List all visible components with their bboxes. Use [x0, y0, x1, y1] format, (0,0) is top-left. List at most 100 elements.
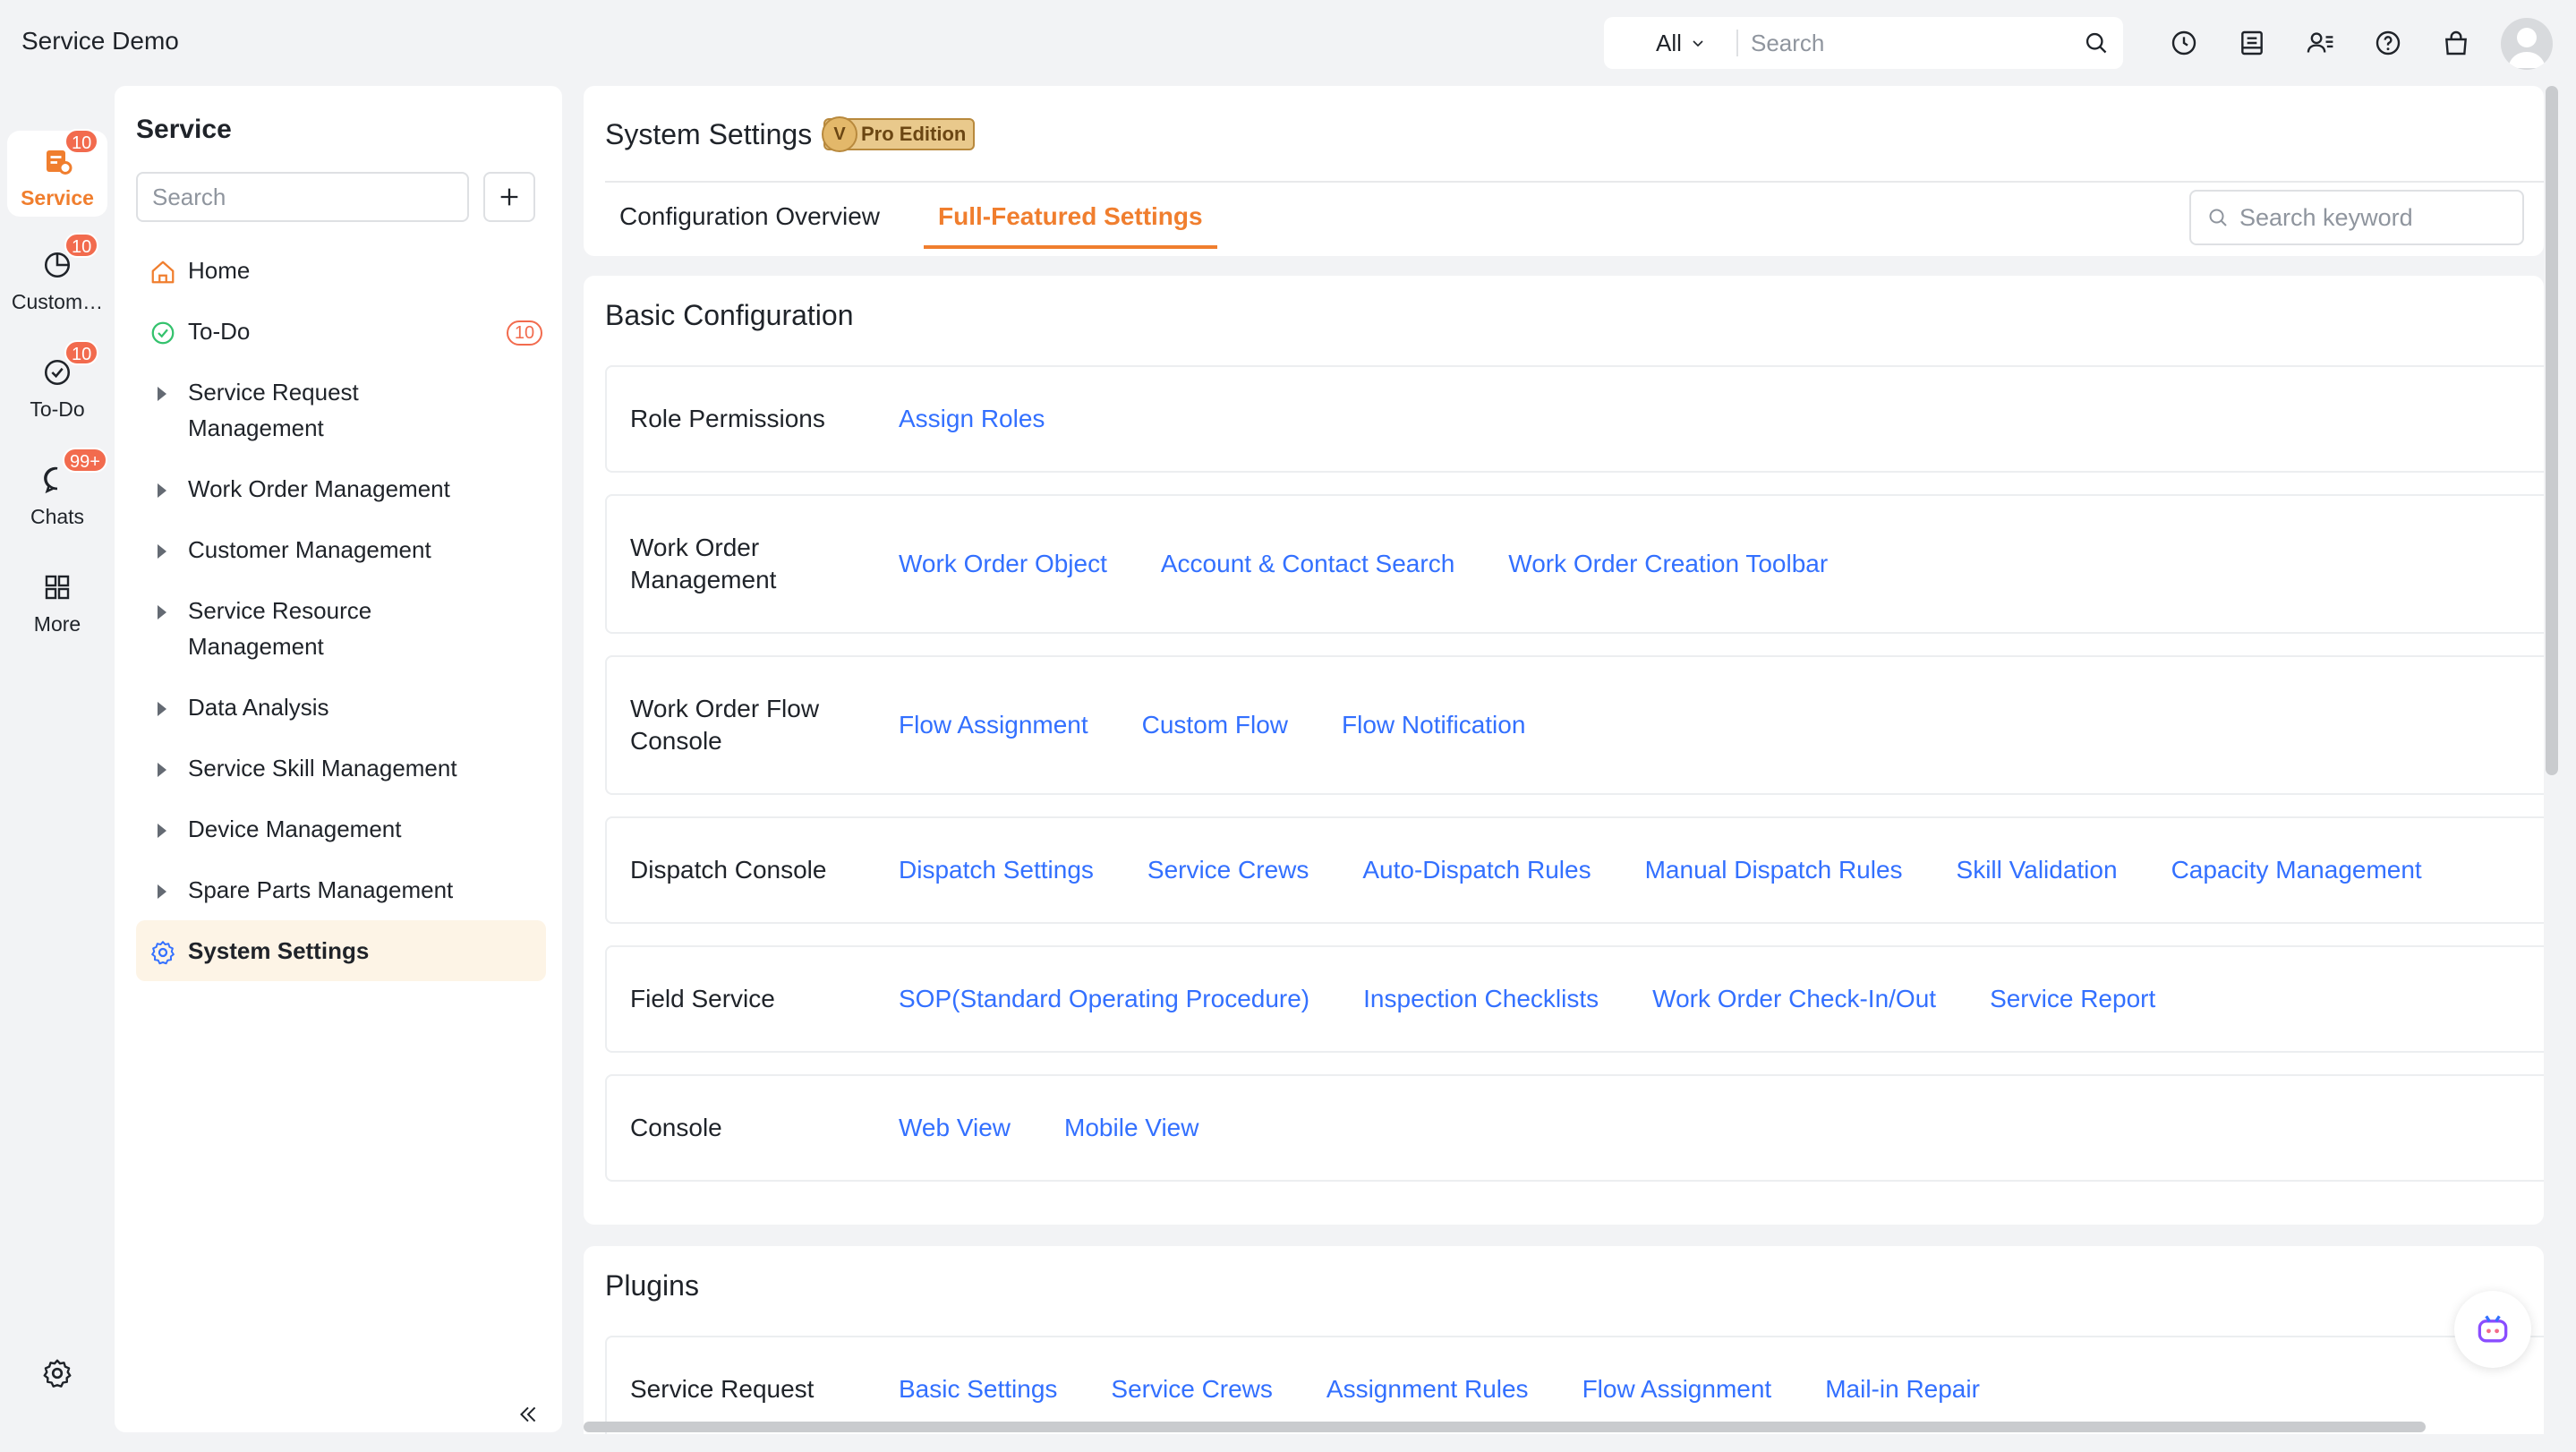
config-row-field-service: Field Service SOP(Standard Operating Pro… — [605, 945, 2544, 1053]
link-skill-validation[interactable]: Skill Validation — [1957, 856, 2118, 884]
link-service-report[interactable]: Service Report — [1990, 985, 2155, 1013]
config-row-role-permissions: Role Permissions Assign Roles — [605, 365, 2544, 473]
sidebar-item-label: Spare Parts Management — [188, 876, 454, 903]
check-circle-icon — [149, 319, 177, 347]
link-manual-dispatch-rules[interactable]: Manual Dispatch Rules — [1645, 856, 1903, 884]
user-avatar[interactable] — [2501, 18, 2553, 70]
collapse-sidebar-icon[interactable] — [512, 1398, 544, 1431]
settings-header: System Settings V Pro Edition Configurat… — [584, 86, 2544, 256]
basic-configuration-card: Basic Configuration Role Permissions Ass… — [584, 276, 2544, 1225]
caret-right-icon[interactable] — [158, 605, 166, 619]
config-row-dispatch-console: Dispatch Console Dispatch Settings Servi… — [605, 816, 2544, 924]
robot-icon — [2478, 1315, 2508, 1343]
edition-label: Pro Edition — [861, 123, 967, 145]
help-icon[interactable] — [2372, 27, 2404, 59]
sidebar-item-device-management[interactable]: Device Management — [136, 799, 546, 859]
rail-item-chats[interactable]: 99+ Chats — [7, 448, 107, 529]
sidebar-item-data-analysis[interactable]: Data Analysis — [136, 677, 546, 738]
link-capacity-management[interactable]: Capacity Management — [2171, 856, 2422, 884]
rail-item-todo[interactable]: 10 To-Do — [7, 340, 107, 422]
sidebar-item-work-order-management[interactable]: Work Order Management — [136, 458, 546, 519]
global-search-input[interactable] — [1738, 29, 2069, 57]
link-work-order-creation-toolbar[interactable]: Work Order Creation Toolbar — [1508, 550, 1828, 578]
search-scope-label: All — [1656, 29, 1682, 56]
caret-right-icon[interactable] — [158, 702, 166, 716]
rail-badge: 10 — [64, 340, 99, 365]
sidebar-search-input[interactable] — [136, 172, 469, 222]
tab-full-featured-settings[interactable]: Full-Featured Settings — [924, 202, 1217, 249]
link-inspection-checklists[interactable]: Inspection Checklists — [1363, 985, 1599, 1013]
caret-right-icon[interactable] — [158, 544, 166, 559]
sidebar-item-service-resource-management[interactable]: Service Resource Management — [136, 580, 546, 677]
caret-right-icon[interactable] — [158, 884, 166, 899]
gear-icon[interactable] — [39, 1355, 75, 1391]
inbox-icon[interactable] — [2236, 27, 2268, 59]
gear-icon — [149, 938, 177, 967]
section-title: Basic Configuration — [605, 299, 854, 331]
caret-right-icon[interactable] — [158, 483, 166, 498]
search-icon[interactable] — [2069, 30, 2123, 56]
rail-badge: 10 — [64, 129, 99, 154]
sidebar-item-todo[interactable]: To-Do 10 — [136, 301, 546, 362]
row-label: Work Order Management — [630, 534, 777, 594]
link-flow-assignment[interactable]: Flow Assignment — [1582, 1375, 1772, 1404]
sidebar-item-spare-parts-management[interactable]: Spare Parts Management — [136, 859, 546, 920]
sidebar-item-system-settings[interactable]: System Settings — [136, 920, 546, 981]
assistant-bot-button[interactable] — [2454, 1291, 2531, 1368]
rail-badge: 10 — [64, 233, 99, 258]
plugin-row-service-request: Service Request Basic Settings Service C… — [605, 1336, 2544, 1434]
section-title: Plugins — [605, 1269, 699, 1302]
shopping-bag-icon[interactable] — [2440, 27, 2472, 59]
clock-icon[interactable] — [2168, 27, 2200, 59]
link-service-crews[interactable]: Service Crews — [1111, 1375, 1272, 1404]
caret-right-icon[interactable] — [158, 824, 166, 838]
sidebar-item-label: Service Skill Management — [188, 755, 457, 782]
sidebar-item-service-skill-management[interactable]: Service Skill Management — [136, 738, 546, 799]
row-label: Dispatch Console — [630, 856, 827, 884]
caret-right-icon[interactable] — [158, 763, 166, 777]
rail-item-label: Service — [21, 186, 94, 209]
tab-configuration-overview[interactable]: Configuration Overview — [619, 202, 880, 245]
keyword-search-box[interactable] — [2189, 190, 2524, 245]
link-service-crews[interactable]: Service Crews — [1147, 856, 1309, 884]
link-web-view[interactable]: Web View — [899, 1114, 1011, 1142]
horizontal-scrollbar[interactable] — [584, 1422, 2426, 1432]
plugins-card: Plugins Service Request Basic Settings S… — [584, 1246, 2544, 1434]
link-sop[interactable]: SOP(Standard Operating Procedure) — [899, 985, 1309, 1013]
caret-right-icon[interactable] — [158, 387, 166, 401]
sidebar-item-service-request-management[interactable]: Service Request Management — [136, 362, 546, 458]
rail-item-service[interactable]: 10 Service — [7, 129, 107, 217]
contacts-icon[interactable] — [2304, 27, 2336, 59]
crown-icon: V — [822, 116, 857, 152]
sidebar-item-customer-management[interactable]: Customer Management — [136, 519, 546, 580]
grid-icon — [38, 568, 77, 607]
link-custom-flow[interactable]: Custom Flow — [1142, 711, 1288, 739]
vertical-scrollbar[interactable] — [2546, 86, 2558, 775]
rail-badge: 99+ — [63, 448, 107, 473]
header-divider — [605, 181, 2544, 183]
link-mobile-view[interactable]: Mobile View — [1064, 1114, 1198, 1142]
add-button[interactable] — [483, 172, 535, 222]
link-auto-dispatch-rules[interactable]: Auto-Dispatch Rules — [1362, 856, 1591, 884]
link-work-order-check-in-out[interactable]: Work Order Check-In/Out — [1652, 985, 1936, 1013]
search-scope-dropdown[interactable]: All — [1604, 30, 1729, 57]
rail-item-more[interactable]: More — [7, 568, 107, 636]
link-account-contact-search[interactable]: Account & Contact Search — [1161, 550, 1454, 578]
link-assign-roles[interactable]: Assign Roles — [899, 405, 1045, 433]
link-basic-settings[interactable]: Basic Settings — [899, 1375, 1057, 1404]
search-icon — [2209, 209, 2227, 226]
link-flow-assignment[interactable]: Flow Assignment — [899, 711, 1088, 739]
link-mail-in-repair[interactable]: Mail-in Repair — [1825, 1375, 1980, 1404]
global-search-bar[interactable]: All — [1604, 17, 2123, 69]
link-work-order-object[interactable]: Work Order Object — [899, 550, 1107, 578]
link-flow-notification[interactable]: Flow Notification — [1342, 711, 1525, 739]
config-row-work-order-management: Work Order Management Work Order Object … — [605, 494, 2544, 634]
sidebar-item-home[interactable]: Home — [136, 240, 546, 301]
link-assignment-rules[interactable]: Assignment Rules — [1326, 1375, 1529, 1404]
rail-item-label: Chats — [30, 505, 85, 528]
link-dispatch-settings[interactable]: Dispatch Settings — [899, 856, 1094, 884]
rail-item-customers[interactable]: 10 Custom… — [7, 233, 107, 314]
sidebar-item-label: Service Resource Management — [188, 597, 372, 660]
row-label: Field Service — [630, 985, 775, 1012]
keyword-search-input[interactable] — [2239, 203, 2508, 232]
